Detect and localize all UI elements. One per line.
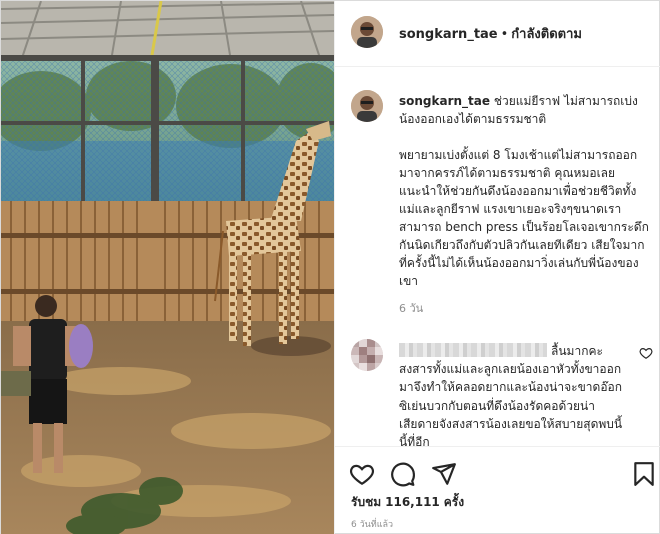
caption-text: พยายามเบ่งตั้งแต่ 8 โมงเช้าแต่ไม่สามารถอ… xyxy=(399,148,649,288)
views-unit: ครั้ง xyxy=(443,495,465,509)
avatar[interactable] xyxy=(351,16,383,48)
post-video[interactable] xyxy=(1,1,334,534)
separator-dot: • xyxy=(500,27,509,42)
heart-icon[interactable] xyxy=(349,461,375,487)
view-count[interactable]: รับชม 116,111 ครั้ง xyxy=(351,493,468,512)
share-icon[interactable] xyxy=(431,461,457,487)
post-actions: รับชม 116,111 ครั้ง 6 วันที่แล้ว xyxy=(335,446,660,534)
commenter-name-blurred[interactable] xyxy=(399,343,547,357)
bookmark-icon[interactable] xyxy=(631,461,657,487)
caption-first-line: songkarn_tae ช่วยแม่ยีราฟ ไม่สามารถเบ่งน… xyxy=(399,92,649,128)
giraffe-enclosure-image xyxy=(1,1,334,534)
post-header-text: songkarn_tae • กำลังติดตาม xyxy=(399,23,582,44)
username-link[interactable]: songkarn_tae xyxy=(399,27,498,42)
caption-username[interactable]: songkarn_tae xyxy=(399,94,490,108)
instagram-post: songkarn_tae • กำลังติดตาม songkarn_tae ช่… xyxy=(0,0,660,534)
caption-time: 6 วัน xyxy=(399,302,424,315)
commenter-avatar-blurred[interactable] xyxy=(351,339,383,371)
post-header: songkarn_tae • กำลังติดตาม xyxy=(335,1,660,67)
post-sidebar: songkarn_tae • กำลังติดตาม songkarn_tae ช่… xyxy=(334,1,660,534)
comment-text: ลื้นมากคะสงสารทั้งแม่และลูกเลยน้องเอาหัว… xyxy=(399,344,623,446)
views-label: รับชม xyxy=(351,495,382,509)
comment-body: ลื้นมากคะสงสารทั้งแม่และลูกเลยน้องเอาหัว… xyxy=(399,342,629,446)
caption-body: songkarn_tae ช่วยแม่ยีราฟ ไม่สามารถเบ่งน… xyxy=(399,92,649,318)
comments-section[interactable]: songkarn_tae ช่วยแม่ยีราฟ ไม่สามารถเบ่งน… xyxy=(335,68,660,446)
views-number: 116,111 xyxy=(385,495,440,509)
following-button[interactable]: กำลังติดตาม xyxy=(511,27,582,42)
comment-icon[interactable] xyxy=(390,461,416,487)
comment-like-heart-icon[interactable] xyxy=(639,345,653,359)
caption-avatar[interactable] xyxy=(351,90,383,122)
post-timestamp[interactable]: 6 วันที่แล้ว xyxy=(351,517,393,531)
